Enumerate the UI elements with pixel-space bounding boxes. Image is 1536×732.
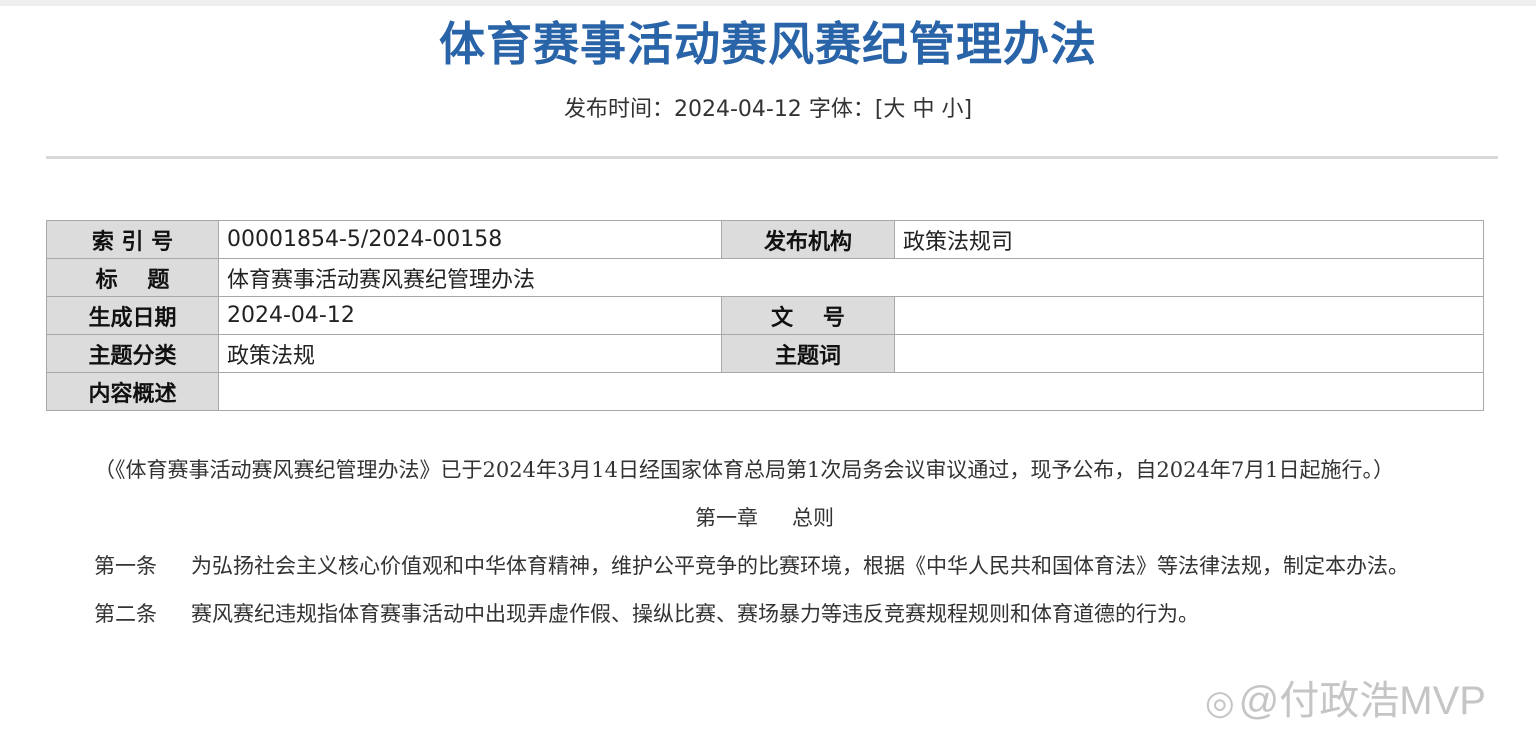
article-1-number: 第一条 <box>94 554 157 578</box>
index-label: 索 引 号 <box>46 220 219 259</box>
weibo-logo-icon: ◎ <box>1205 684 1235 722</box>
article-2: 第二条 赛风赛纪违规指体育赛事活动中出现弄虚作假、操纵比赛、赛场暴力等违反竞赛规程… <box>46 590 1483 638</box>
category-label: 主题分类 <box>46 334 219 373</box>
chapter-number: 第一章 <box>695 506 758 530</box>
doc-no-label: 文 号 <box>721 296 895 335</box>
title-value: 体育赛事活动赛风赛纪管理办法 <box>218 258 1484 297</box>
watermark-text: @付政浩MVP <box>1238 679 1486 723</box>
article-2-text: 赛风赛纪违规指体育赛事活动中出现弄虚作假、操纵比赛、赛场暴力等违反竞赛规程规则和… <box>191 602 1199 626</box>
date-value: 2024-04-12 <box>218 296 722 335</box>
page-title: 体育赛事活动赛风赛纪管理办法 <box>439 17 1097 71</box>
info-row-title: 标 题 体育赛事活动赛风赛纪管理办法 <box>46 258 1484 297</box>
keywords-label: 主题词 <box>721 334 895 373</box>
doc-no-value <box>894 296 1484 335</box>
publish-label: 发布时间： <box>563 97 674 122</box>
font-size-label: 字体： <box>808 97 875 122</box>
article-meta: 发布时间：2024-04-12 字体：[大 中 小] <box>0 95 1536 125</box>
font-size-medium-link[interactable]: 中 <box>912 97 934 122</box>
title-label: 标 题 <box>46 258 219 297</box>
top-bar <box>0 0 1536 6</box>
article-body: （《体育赛事活动赛风赛纪管理办法》已于2024年3月14日经国家体育总局第1次局… <box>46 446 1483 638</box>
info-row-category: 主题分类 政策法规 主题词 <box>46 334 1484 373</box>
summary-label: 内容概述 <box>46 372 219 411</box>
summary-value <box>218 372 1484 411</box>
keywords-value <box>894 334 1484 373</box>
index-value: 00001854-5/2024-00158 <box>218 220 722 259</box>
chapter-heading: 第一章 总则 <box>46 494 1483 542</box>
intro-paragraph: （《体育赛事活动赛风赛纪管理办法》已于2024年3月14日经国家体育总局第1次局… <box>94 458 1395 482</box>
info-row-summary: 内容概述 <box>46 372 1484 411</box>
chapter-title: 总则 <box>792 506 834 530</box>
date-label: 生成日期 <box>46 296 219 335</box>
org-value: 政策法规司 <box>894 220 1484 259</box>
info-row-date: 生成日期 2024-04-12 文 号 <box>46 296 1484 335</box>
document-info-table: 索 引 号 00001854-5/2024-00158 发布机构 政策法规司 标… <box>46 220 1484 411</box>
font-size-small-link[interactable]: 小 <box>941 97 963 122</box>
font-size-bracket-close: ] <box>963 97 973 122</box>
info-row-index: 索 引 号 00001854-5/2024-00158 发布机构 政策法规司 <box>46 220 1484 259</box>
header-divider <box>46 156 1498 159</box>
weibo-watermark: ◎ @付政浩MVP <box>1205 668 1486 726</box>
font-size-large-link[interactable]: 大 <box>883 97 905 122</box>
org-label: 发布机构 <box>721 220 895 259</box>
publish-date: 2024-04-12 <box>673 97 802 122</box>
article-2-number: 第二条 <box>94 602 157 626</box>
article-1-text: 为弘扬社会主义核心价值观和中华体育精神，维护公平竞争的比赛环境，根据《中华人民共… <box>191 554 1409 578</box>
article-1: 第一条 为弘扬社会主义核心价值观和中华体育精神，维护公平竞争的比赛环境，根据《中华… <box>46 542 1483 590</box>
category-value: 政策法规 <box>218 334 722 373</box>
